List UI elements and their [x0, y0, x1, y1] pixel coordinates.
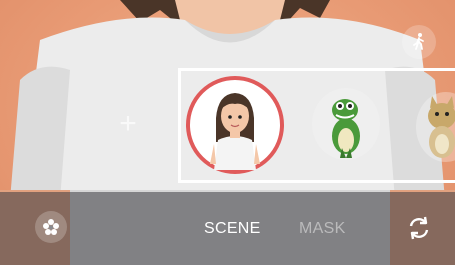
- effects-button[interactable]: [35, 211, 67, 243]
- walking-person-button[interactable]: [402, 25, 436, 59]
- emoji-item-dinosaur[interactable]: [312, 88, 380, 160]
- switch-camera-icon: [409, 216, 429, 240]
- avatar-thumbnail: [210, 93, 260, 170]
- mode-tab-scene[interactable]: SCENE: [204, 220, 261, 238]
- plus-icon[interactable]: +: [116, 109, 140, 139]
- walking-person-icon: [413, 33, 424, 50]
- flower-effects-icon: [43, 219, 59, 235]
- switch-camera-button[interactable]: [402, 211, 436, 245]
- mode-tab-mask[interactable]: MASK: [299, 220, 346, 238]
- dinosaur-icon: [332, 99, 360, 158]
- emoji-item-my-avatar[interactable]: [186, 76, 284, 174]
- ar-emoji-camera-screen: + SCENE MASK: [0, 0, 455, 265]
